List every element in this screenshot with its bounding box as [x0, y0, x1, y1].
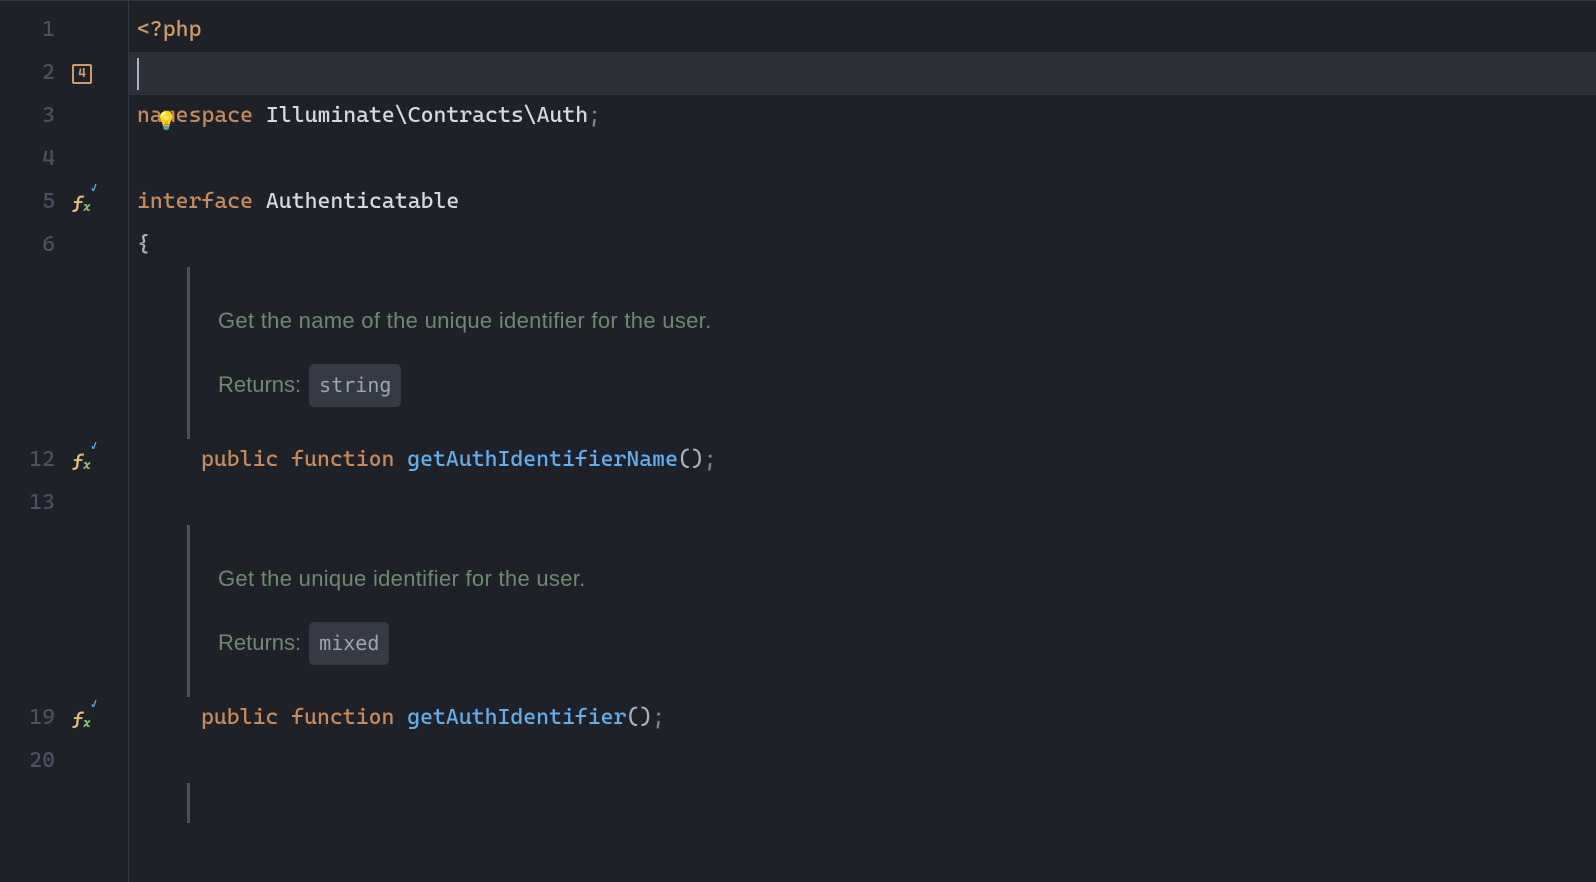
method-name: getAuthIdentifierName — [407, 439, 678, 482]
doc-block: Get the unique identifier for the user. … — [187, 525, 1596, 697]
gutter-row[interactable]: 20 — [0, 740, 128, 783]
line-number: 6 — [0, 224, 55, 267]
code-line-current[interactable] — [129, 52, 1596, 95]
gutter-row[interactable]: 13 — [0, 482, 128, 525]
code-editor[interactable]: 💡 1 2 4 3 4 5 fx 6 12 — [0, 0, 1596, 882]
space — [394, 697, 407, 740]
semicolon: ; — [588, 95, 601, 138]
code-line[interactable]: namespace Illuminate\Contracts\Auth; — [129, 95, 1596, 138]
code-line-empty[interactable] — [129, 138, 1596, 181]
space — [253, 95, 266, 138]
space — [278, 439, 291, 482]
keyword-public: public — [201, 697, 278, 740]
line-number: 20 — [0, 740, 55, 783]
semicolon: ; — [652, 697, 665, 740]
code-line[interactable]: { — [129, 224, 1596, 267]
line-number: 4 — [0, 138, 55, 181]
gutter-row[interactable]: 4 — [0, 138, 128, 181]
interface-name: Authenticatable — [266, 181, 459, 224]
doc-returns-label: Returns: — [218, 622, 301, 665]
gutter-badge-icon: 4 — [72, 64, 92, 84]
doc-block-partial — [187, 783, 1596, 823]
gutter-row[interactable]: 3 — [0, 95, 128, 138]
gutter-row[interactable]: 19 fx — [0, 697, 128, 740]
gutter-icon-slot[interactable]: 4 — [67, 64, 97, 84]
gutter-icon-slot[interactable]: fx — [67, 186, 97, 219]
brace-open: { — [137, 224, 150, 267]
function-icon: fx — [73, 186, 91, 219]
line-number: 5 — [0, 181, 55, 224]
method-name: getAuthIdentifier — [407, 697, 626, 740]
gutter-doc-spacer — [0, 525, 128, 697]
semicolon: ; — [704, 439, 717, 482]
doc-summary: Get the unique identifier for the user. — [218, 558, 586, 601]
parens: () — [678, 439, 704, 482]
doc-returns-type: mixed — [309, 622, 389, 665]
gutter-icon-slot[interactable]: fx — [67, 702, 97, 735]
code-line-empty[interactable] — [129, 740, 1596, 783]
gutter-icon-slot[interactable]: fx — [67, 444, 97, 477]
gutter-doc-spacer — [0, 267, 128, 439]
keyword-function: function — [291, 439, 394, 482]
line-number: 1 — [0, 9, 55, 52]
code-line[interactable]: public function getAuthIdentifier(); — [129, 697, 1596, 740]
gutter-row[interactable]: 12 fx — [0, 439, 128, 482]
doc-summary: Get the name of the unique identifier fo… — [218, 300, 712, 343]
code-line[interactable]: interface Authenticatable — [129, 181, 1596, 224]
gutter-row[interactable]: 6 — [0, 224, 128, 267]
gutter-row[interactable]: 5 fx — [0, 181, 128, 224]
space — [394, 439, 407, 482]
doc-returns-type: string — [309, 364, 401, 407]
keyword-interface: interface — [137, 181, 253, 224]
line-number: 13 — [0, 482, 55, 525]
keyword-public: public — [201, 439, 278, 482]
line-number: 2 — [0, 52, 55, 95]
cursor-icon — [137, 58, 139, 90]
code-line[interactable]: public function getAuthIdentifierName(); — [129, 439, 1596, 482]
line-number: 19 — [0, 697, 55, 740]
line-number: 3 — [0, 95, 55, 138]
namespace-path: Illuminate\Contracts\Auth — [266, 95, 588, 138]
lightbulb-icon[interactable]: 💡 — [155, 104, 177, 139]
code-area[interactable]: <?php namespace Illuminate\Contracts\Aut… — [128, 1, 1596, 882]
parens: () — [626, 697, 652, 740]
gutter-row[interactable]: 2 4 — [0, 52, 128, 95]
code-line-empty[interactable] — [129, 482, 1596, 525]
doc-block: Get the name of the unique identifier fo… — [187, 267, 1596, 439]
code-line[interactable]: <?php — [129, 9, 1596, 52]
gutter-row[interactable]: 1 — [0, 9, 128, 52]
keyword-function: function — [291, 697, 394, 740]
editor-gutter: 1 2 4 3 4 5 fx 6 12 fx — [0, 1, 128, 882]
doc-returns-label: Returns: — [218, 364, 301, 407]
function-icon: fx — [73, 444, 91, 477]
line-number: 12 — [0, 439, 55, 482]
php-open-tag: <?php — [137, 9, 201, 52]
space — [278, 697, 291, 740]
function-icon: fx — [73, 702, 91, 735]
space — [253, 181, 266, 224]
